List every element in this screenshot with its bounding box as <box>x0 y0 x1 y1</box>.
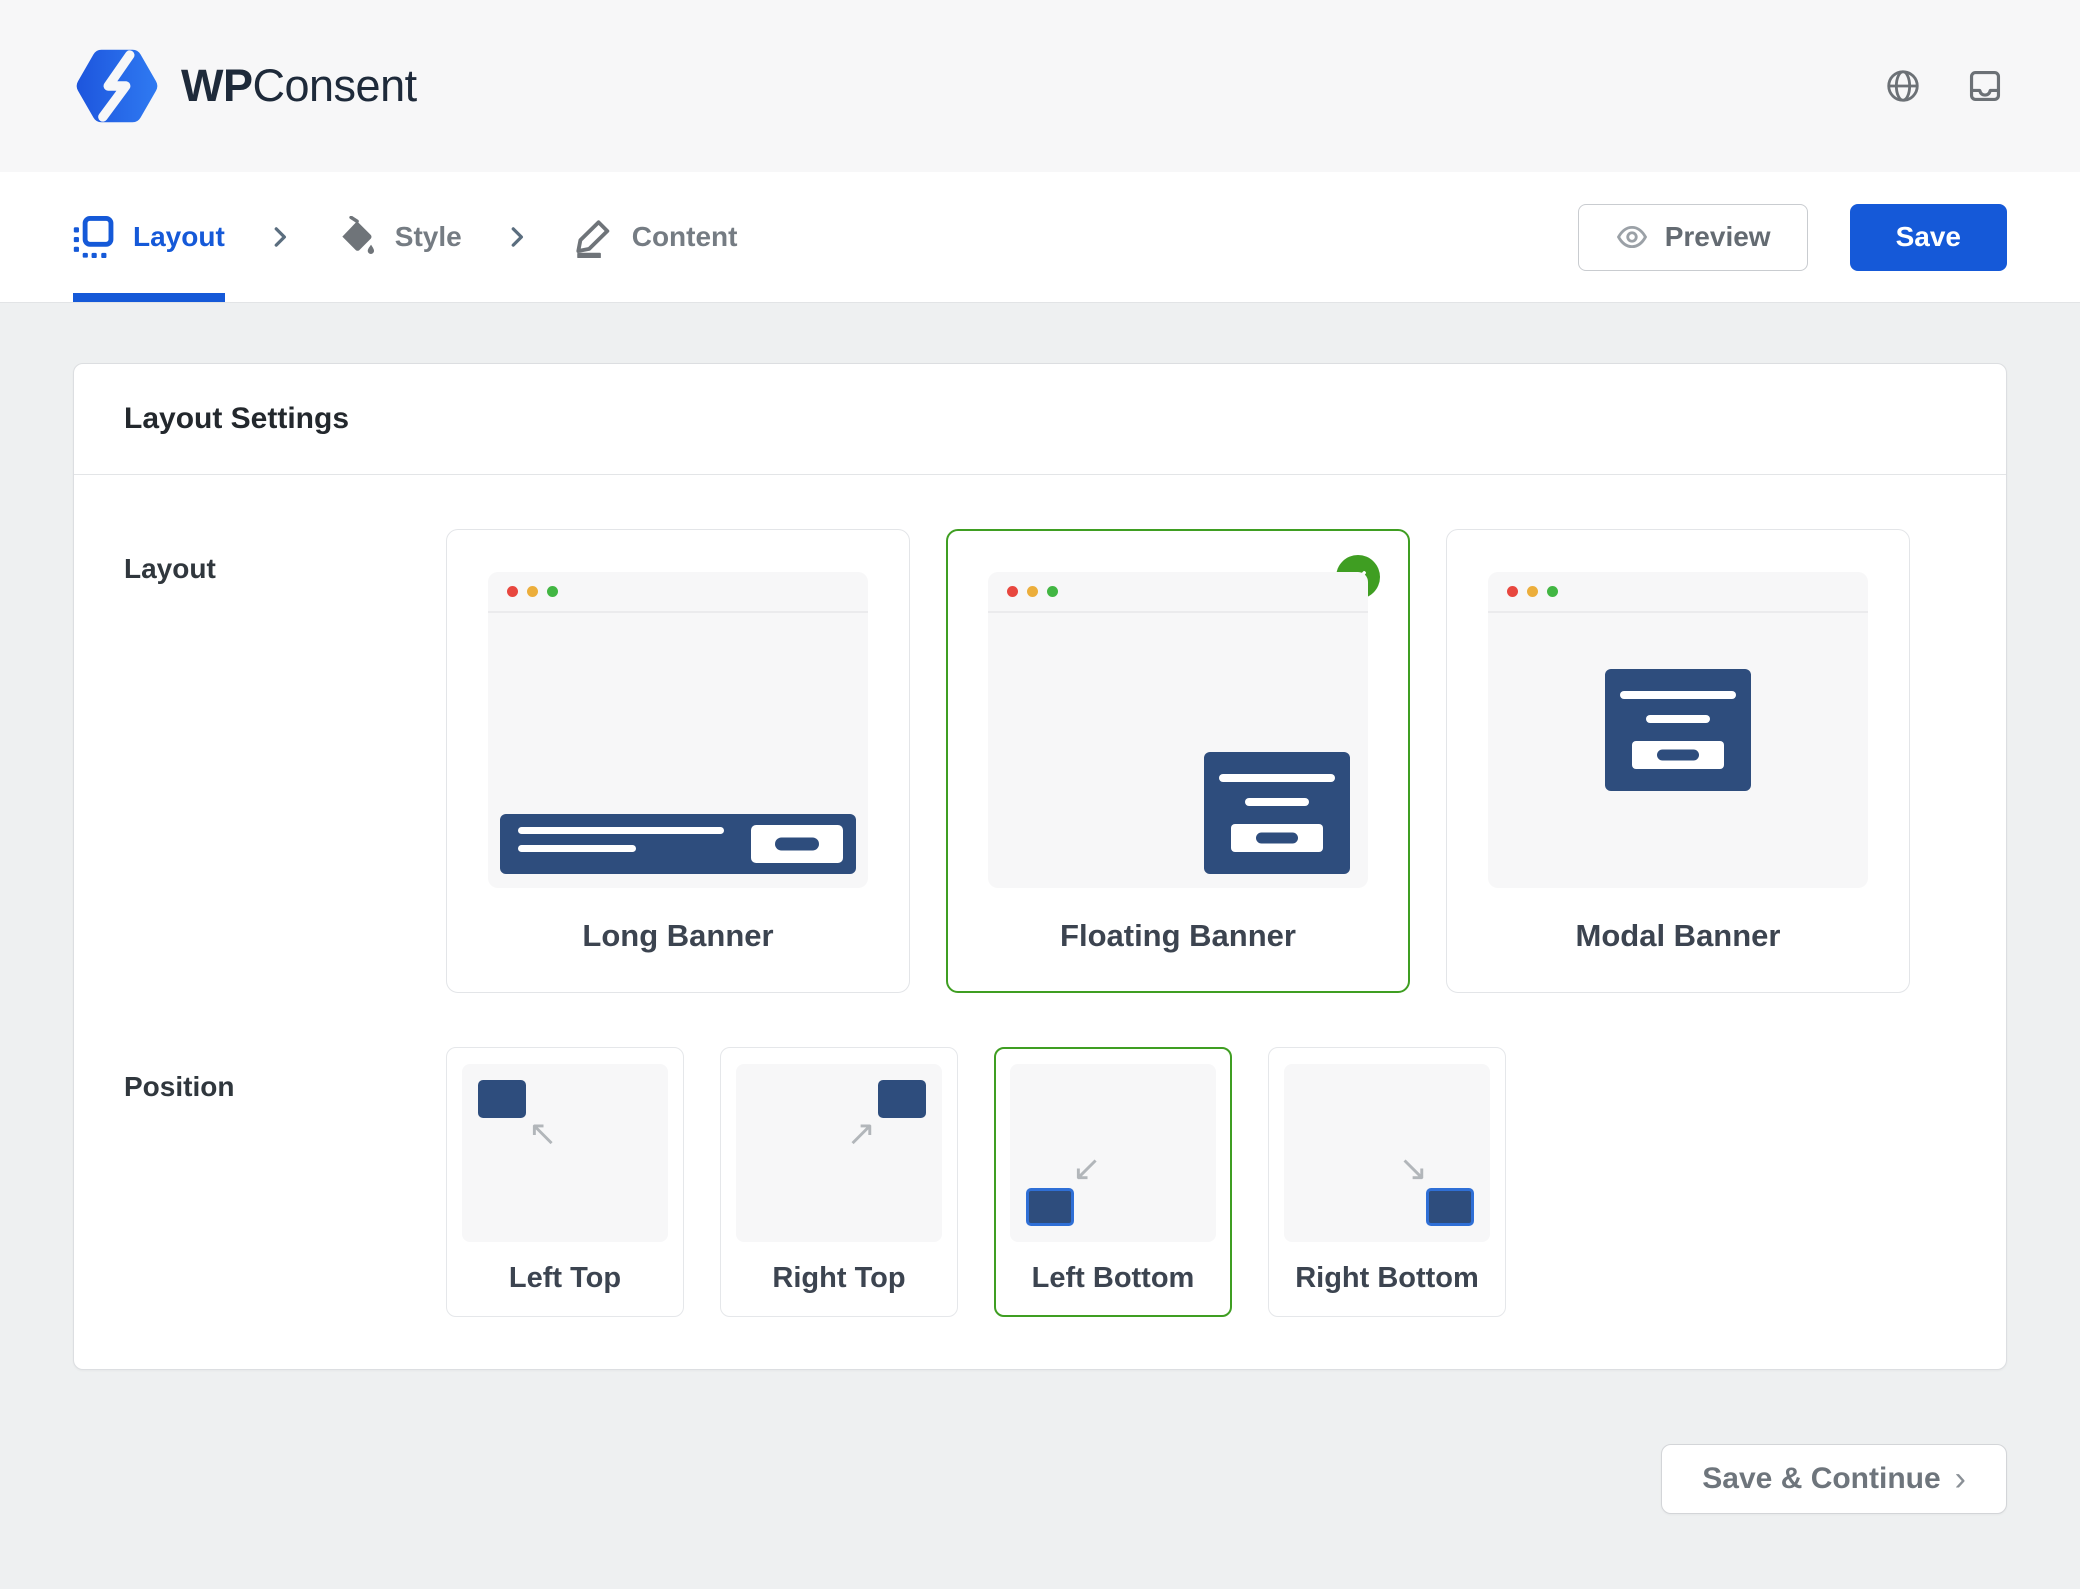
position-preview: ↘ <box>1284 1064 1490 1242</box>
save-button[interactable]: Save <box>1850 204 2007 271</box>
arrow-down-right-icon: ↘ <box>1399 1151 1428 1186</box>
brand-logo: WPConsent <box>73 47 417 125</box>
inbox-icon[interactable] <box>1966 67 2004 105</box>
position-preview: ↗ <box>736 1064 942 1242</box>
arrow-up-right-icon: ↗ <box>847 1116 876 1151</box>
modal-banner-graphic <box>1605 669 1751 791</box>
window-dot-green <box>547 586 558 597</box>
position-option-label: Right Bottom <box>1295 1262 1479 1295</box>
window-dot-green <box>1547 586 1558 597</box>
chevron-right-icon: › <box>1955 1460 1966 1499</box>
tab-content[interactable]: Content <box>572 172 738 302</box>
eye-icon <box>1615 220 1649 254</box>
position-option-label: Right Top <box>772 1262 905 1295</box>
chevron-right-icon <box>502 222 532 252</box>
position-preview: ↖ <box>462 1064 668 1242</box>
layout-row-label: Layout <box>124 529 446 993</box>
save-and-continue-button[interactable]: Save & Continue › <box>1661 1444 2007 1514</box>
layout-option-modal-banner[interactable]: Modal Banner <box>1446 529 1910 993</box>
save-button-label: Save <box>1896 221 1961 253</box>
window-dot-red <box>1007 586 1018 597</box>
browser-mockup <box>1488 572 1868 888</box>
panel-title: Layout Settings <box>74 364 2006 475</box>
browser-mockup-titlebar <box>988 572 1368 613</box>
window-dot-red <box>1507 586 1518 597</box>
banner-position-rect <box>1426 1188 1474 1226</box>
long-banner-graphic <box>500 814 856 874</box>
tab-layout-label: Layout <box>133 221 225 253</box>
layout-option-label: Modal Banner <box>1576 918 1781 954</box>
position-option-left-top[interactable]: ↖ Left Top <box>446 1047 684 1317</box>
preview-button[interactable]: Preview <box>1578 204 1808 271</box>
footer-actions: Save & Continue › <box>0 1370 2080 1514</box>
tab-layout[interactable]: Layout <box>73 172 225 302</box>
browser-mockup <box>988 572 1368 888</box>
layout-option-label: Floating Banner <box>1060 918 1296 954</box>
paint-bucket-icon <box>335 216 377 258</box>
layout-settings-panel: Layout Settings Layout <box>73 363 2007 1370</box>
browser-mockup-titlebar <box>488 572 868 613</box>
window-dot-yellow <box>527 586 538 597</box>
floating-banner-graphic <box>1204 752 1350 874</box>
preview-button-label: Preview <box>1665 221 1771 253</box>
browser-mockup <box>488 572 868 888</box>
window-dot-yellow <box>1527 586 1538 597</box>
tab-style[interactable]: Style <box>335 172 462 302</box>
position-option-label: Left Bottom <box>1032 1262 1195 1295</box>
save-and-continue-label: Save & Continue <box>1702 1462 1940 1496</box>
tab-style-label: Style <box>395 221 462 253</box>
position-option-right-top[interactable]: ↗ Right Top <box>720 1047 958 1317</box>
app-header: WPConsent <box>0 0 2080 172</box>
layout-option-floating-banner[interactable]: Floating Banner <box>946 529 1410 993</box>
globe-icon[interactable] <box>1884 67 1922 105</box>
window-dot-yellow <box>1027 586 1038 597</box>
layout-option-long-banner[interactable]: Long Banner <box>446 529 910 993</box>
wpconsent-logo-icon <box>73 47 161 125</box>
layout-row: Layout <box>124 529 1956 993</box>
banner-position-rect <box>478 1080 526 1118</box>
position-row: Position ↖ Left Top ↗ <box>124 1047 1956 1317</box>
tab-content-label: Content <box>632 221 738 253</box>
brand-name-wp: WP <box>181 60 253 111</box>
banner-position-rect <box>1026 1188 1074 1226</box>
brand-name-consent: Consent <box>253 60 417 111</box>
position-preview: ↙ <box>1010 1064 1216 1242</box>
position-option-left-bottom[interactable]: ↙ Left Bottom <box>994 1047 1232 1317</box>
chevron-right-icon <box>265 222 295 252</box>
window-dot-green <box>1047 586 1058 597</box>
browser-mockup-titlebar <box>1488 572 1868 613</box>
banner-position-rect <box>878 1080 926 1118</box>
position-row-label: Position <box>124 1047 446 1317</box>
main-content: Layout Settings Layout <box>0 303 2080 1370</box>
arrow-down-left-icon: ↙ <box>1072 1151 1101 1186</box>
layout-option-label: Long Banner <box>582 918 773 954</box>
settings-tabbar: Layout Style Content <box>0 172 2080 303</box>
pencil-icon <box>572 216 614 258</box>
layout-icon <box>73 216 115 258</box>
position-option-right-bottom[interactable]: ↘ Right Bottom <box>1268 1047 1506 1317</box>
position-option-label: Left Top <box>509 1262 621 1295</box>
brand-name: WPConsent <box>181 60 417 112</box>
arrow-up-left-icon: ↖ <box>528 1116 557 1151</box>
window-dot-red <box>507 586 518 597</box>
